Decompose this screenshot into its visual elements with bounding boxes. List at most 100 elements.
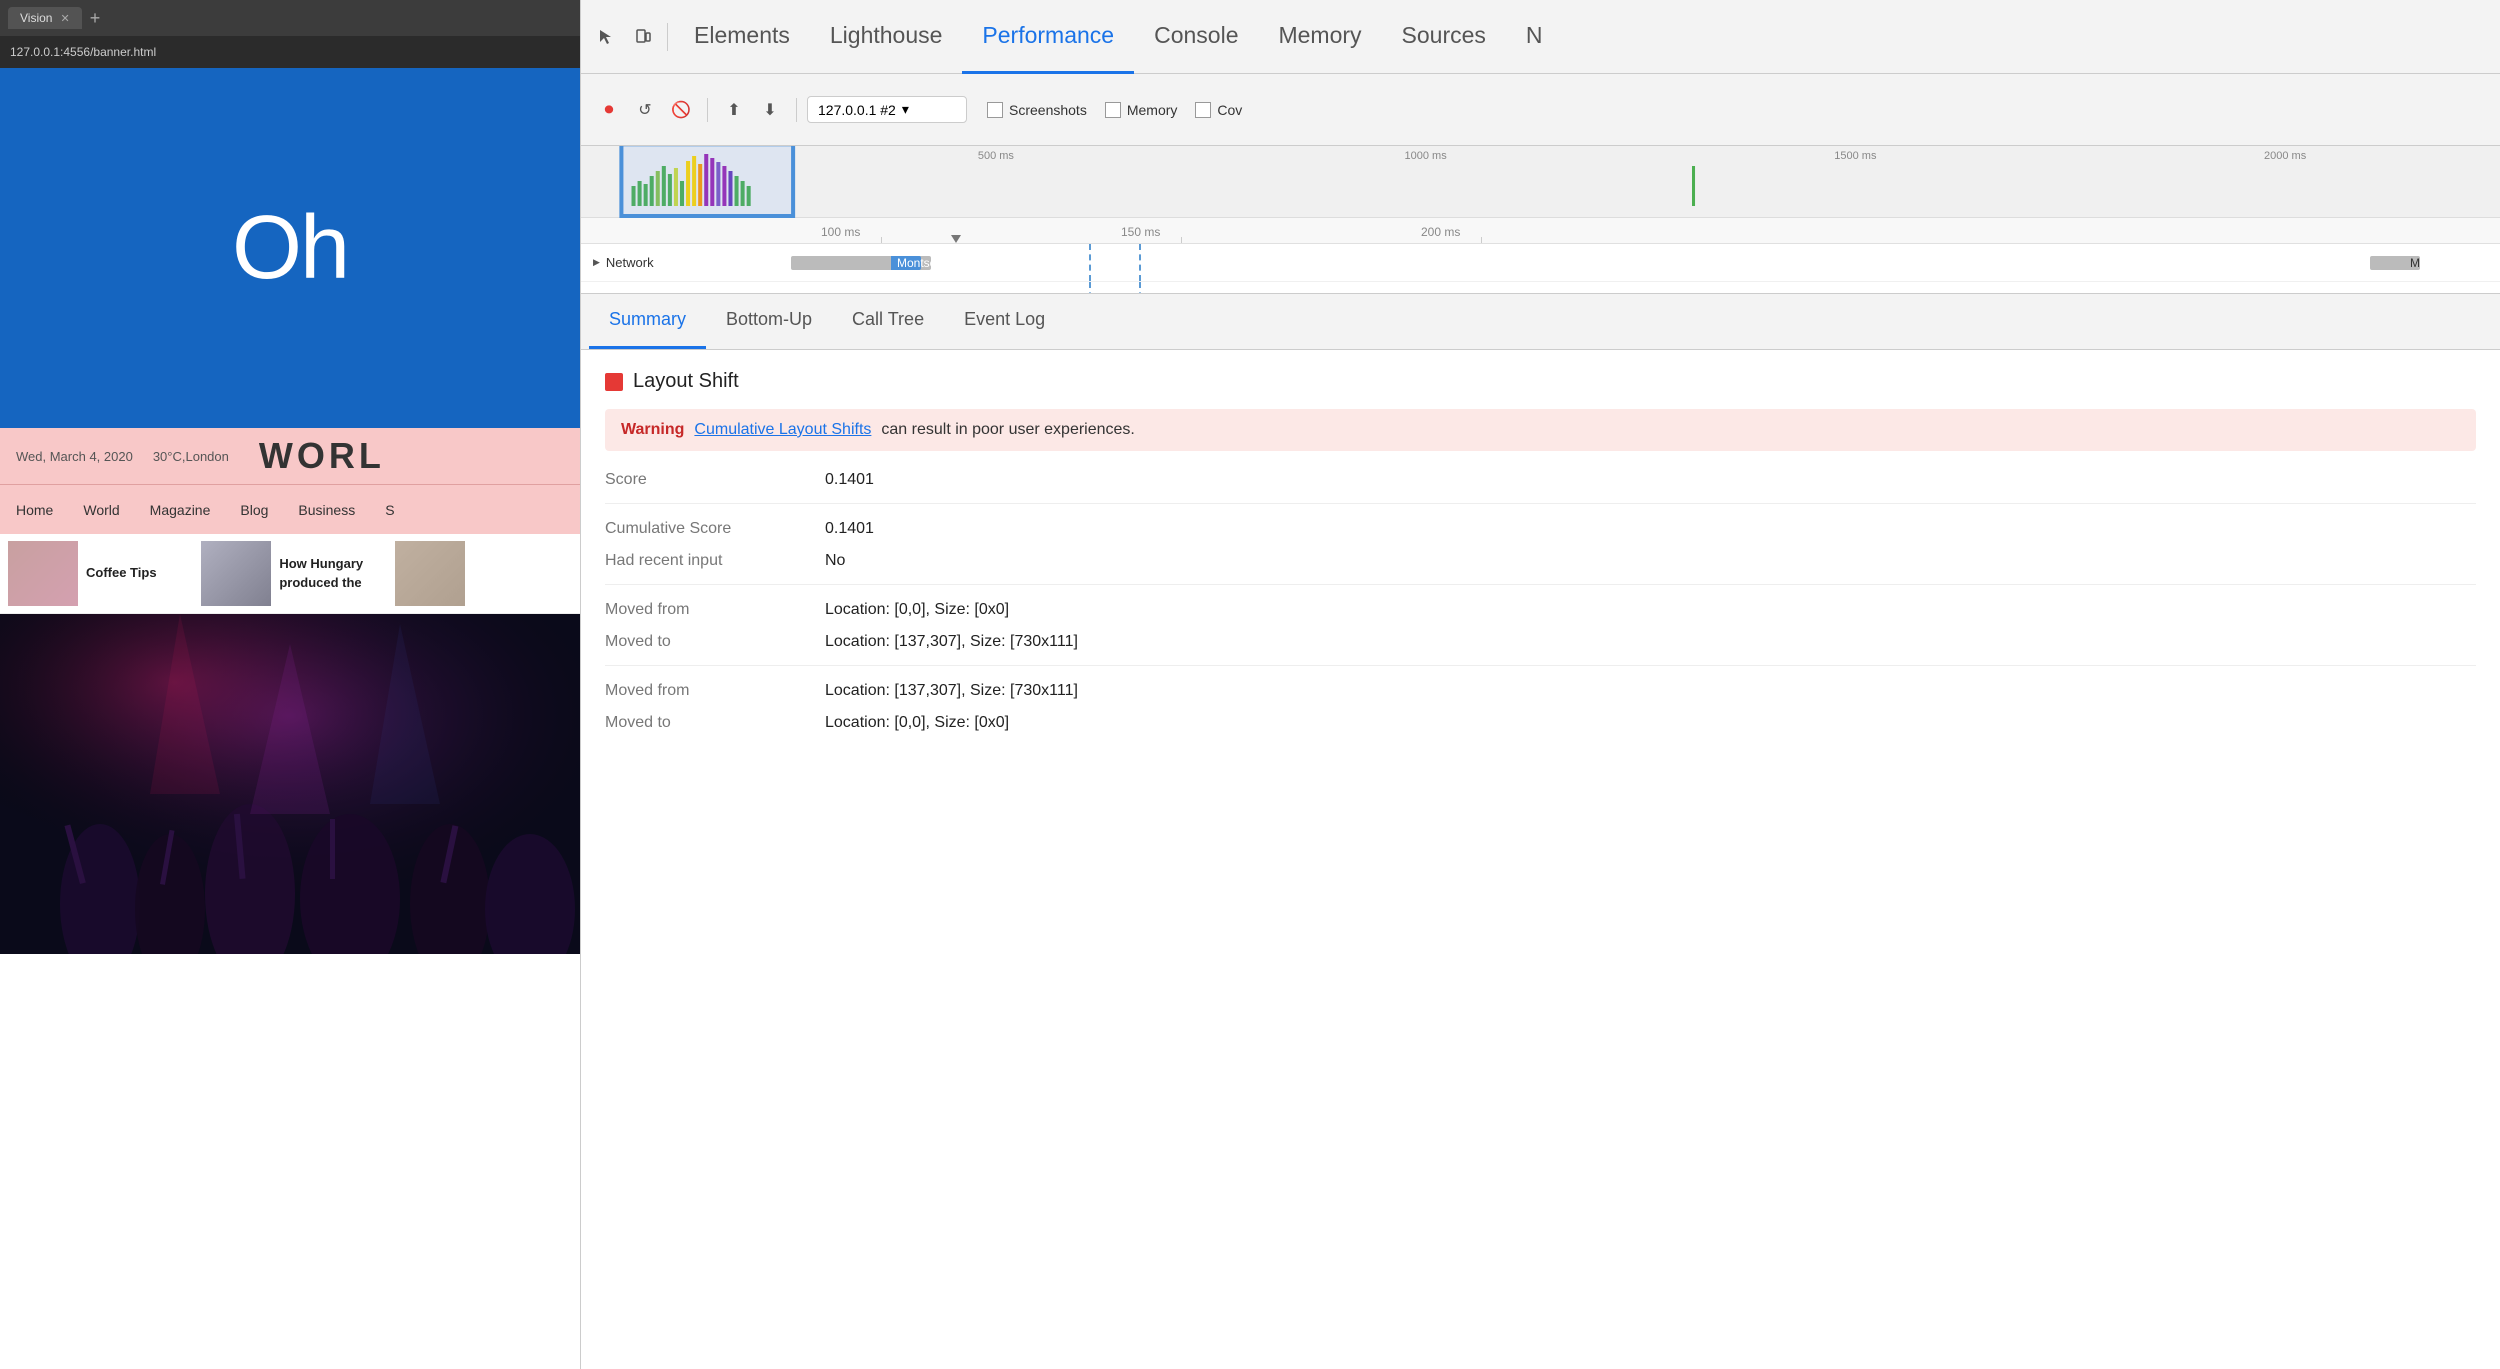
tab-memory[interactable]: Memory <box>1258 0 1381 74</box>
refresh-button[interactable]: ↺ <box>629 94 661 126</box>
detail-section-title: Layout Shift <box>605 370 2476 393</box>
device-mode-button[interactable] <box>625 19 661 55</box>
tab-more[interactable]: N <box>1506 0 1563 74</box>
interactions-label-text: Interactions <box>606 293 673 294</box>
tab-title: Vision <box>20 11 52 25</box>
article-title: Coffee Tips <box>86 564 157 582</box>
article-thumbnail <box>395 541 465 606</box>
timeline-overview[interactable]: 500 ms 1000 ms 1500 ms 2000 ms <box>581 146 2500 218</box>
coverage-label: Cov <box>1217 102 1242 118</box>
ruler-100ms: 100 ms <box>821 225 860 239</box>
ruler-200ms: 200 ms <box>1421 225 1460 239</box>
interactions-track-content[interactable] <box>761 282 2500 294</box>
tick-line <box>1481 237 1482 243</box>
track-interactions-label[interactable]: ▶ Interactions <box>581 293 761 294</box>
new-tab-button[interactable]: + <box>90 8 101 29</box>
nav-business[interactable]: Business <box>298 502 355 518</box>
score-value: 0.1401 <box>825 471 874 489</box>
site-world-heading: WORL <box>259 435 385 477</box>
tab-event-log[interactable]: Event Log <box>944 293 1065 349</box>
moved-to-value-1: Location: [137,307], Size: [730x111] <box>825 633 1078 651</box>
network-bar-montserrat-blue <box>891 256 921 270</box>
tab-close-icon[interactable]: ✕ <box>60 12 69 25</box>
warning-link[interactable]: Cumulative Layout Shifts <box>694 421 871 439</box>
list-item[interactable]: Coffee Tips <box>0 534 193 613</box>
dashed-line-2 <box>1139 244 1141 281</box>
tick-2000ms: 2000 ms <box>2070 150 2500 162</box>
detail-ruler: 100 ms 150 ms 200 ms <box>581 218 2500 244</box>
site-temp: 30°C,London <box>153 449 229 464</box>
devtools-topbar: Elements Lighthouse Performance Console … <box>581 0 2500 74</box>
timeline-area[interactable]: 500 ms 1000 ms 1500 ms 2000 ms 100 ms 15… <box>581 146 2500 294</box>
nav-home[interactable]: Home <box>16 502 53 518</box>
screenshots-checkbox[interactable] <box>987 102 1003 118</box>
article-thumbnail <box>8 541 78 606</box>
tab-console[interactable]: Console <box>1134 0 1258 74</box>
nav-blog[interactable]: Blog <box>240 502 268 518</box>
list-item[interactable]: How Hungary produced the <box>193 534 386 613</box>
concert-svg <box>0 614 580 954</box>
warning-label: Warning <box>621 421 684 439</box>
track-network-label[interactable]: ▶ Network <box>581 255 761 270</box>
tab-bottom-up[interactable]: Bottom-Up <box>706 293 832 349</box>
tab-lighthouse[interactable]: Lighthouse <box>810 0 963 74</box>
dashed-line-4 <box>1139 282 1141 294</box>
list-item[interactable] <box>387 534 580 613</box>
site-nav: Home World Magazine Blog Business S <box>0 484 580 534</box>
record-button[interactable]: ⏺ <box>593 94 625 126</box>
expand-icon: ▶ <box>593 257 600 268</box>
tab-elements[interactable]: Elements <box>674 0 810 74</box>
tab-call-tree[interactable]: Call Tree <box>832 293 944 349</box>
cursor-tool-button[interactable] <box>589 19 625 55</box>
memory-checkbox[interactable] <box>1105 102 1121 118</box>
warning-text: can result in poor user experiences. <box>881 421 1134 439</box>
browser-tab-bar: Vision ✕ + <box>0 0 580 36</box>
download-button[interactable]: ⬇ <box>754 94 786 126</box>
network-track-content[interactable]: Montserrat... M <box>761 244 2500 281</box>
tab-performance[interactable]: Performance <box>962 0 1134 74</box>
nav-magazine[interactable]: Magazine <box>150 502 211 518</box>
detail-row-recent-input: Had recent input No <box>605 552 2476 570</box>
track-network: ▶ Network Montserrat... M <box>581 244 2500 282</box>
tick-1500ms: 1500 ms <box>1641 150 2071 162</box>
site-date: Wed, March 4, 2020 <box>16 449 133 464</box>
memory-checkbox-label[interactable]: Memory <box>1105 102 1178 118</box>
moved-from-value-2: Location: [137,307], Size: [730x111] <box>825 682 1078 700</box>
tick-1000ms: 1000 ms <box>1211 150 1641 162</box>
score-label: Score <box>605 471 825 489</box>
browser-tab[interactable]: Vision ✕ <box>8 7 82 29</box>
divider <box>605 584 2476 585</box>
devtools-panel: Elements Lighthouse Performance Console … <box>580 0 2500 1369</box>
moved-to-value-2: Location: [0,0], Size: [0x0] <box>825 714 1009 732</box>
moved-from-value-1: Location: [0,0], Size: [0x0] <box>825 601 1009 619</box>
dashed-line-1 <box>1089 244 1091 281</box>
banner-text: Oh <box>232 197 348 300</box>
moved-from-label-1: Moved from <box>605 601 825 619</box>
nav-more[interactable]: S <box>385 502 394 518</box>
network-label-text: Network <box>606 255 654 270</box>
coverage-checkbox[interactable] <box>1195 102 1211 118</box>
moved-to-label-1: Moved to <box>605 633 825 651</box>
tick-500ms: 500 ms <box>581 150 1211 162</box>
upload-button[interactable]: ⬆ <box>718 94 750 126</box>
detail-content: Layout Shift Warning Cumulative Layout S… <box>581 350 2500 1369</box>
device-select[interactable]: 127.0.0.1 #2 ▾ <box>807 96 967 123</box>
screenshots-checkbox-label[interactable]: Screenshots <box>987 102 1087 118</box>
tab-summary[interactable]: Summary <box>589 293 706 349</box>
tick-line <box>881 237 882 243</box>
concert-image <box>0 614 580 954</box>
warning-bar: Warning Cumulative Layout Shifts can res… <box>605 409 2476 451</box>
tick-line <box>1181 237 1182 243</box>
layout-shift-icon <box>605 373 623 391</box>
article-title: How Hungary produced the <box>279 555 378 591</box>
coverage-checkbox-label[interactable]: Cov <box>1195 102 1242 118</box>
tab-sources[interactable]: Sources <box>1382 0 1506 74</box>
nav-world[interactable]: World <box>83 502 119 518</box>
site-news-bar: Wed, March 4, 2020 30°C,London WORL <box>0 428 580 484</box>
toolbar-checkboxes: Screenshots Memory Cov <box>987 102 1242 118</box>
address-bar: 127.0.0.1:4556/banner.html <box>0 36 580 68</box>
clear-button[interactable]: 🚫 <box>665 94 697 126</box>
recent-input-value: No <box>825 552 845 570</box>
moved-to-label-2: Moved to <box>605 714 825 732</box>
track-rows: ▶ Network Montserrat... M <box>581 244 2500 294</box>
